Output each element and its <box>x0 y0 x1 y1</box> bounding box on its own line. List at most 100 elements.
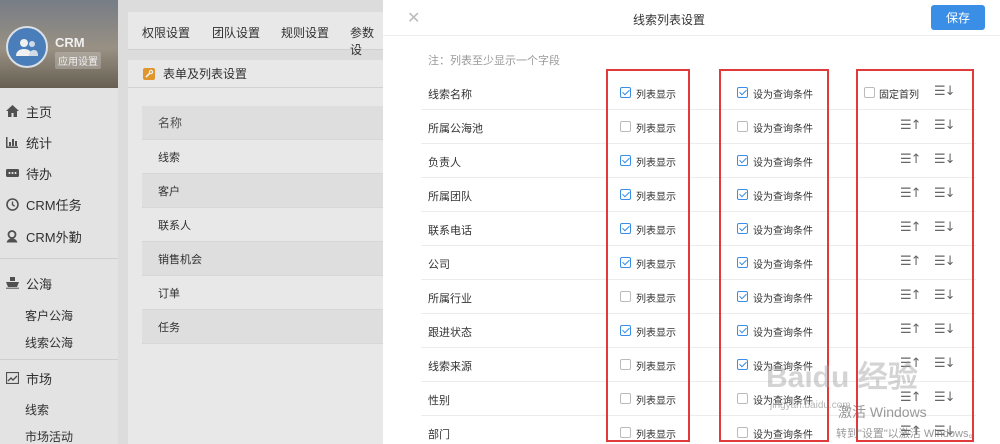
row-label: 销售机会 <box>158 253 202 266</box>
list-display-checkbox[interactable] <box>620 257 631 268</box>
table-row[interactable]: 客户 <box>142 174 383 208</box>
query-condition-label: 设为查询条件 <box>753 260 813 271</box>
list-display-label: 列表显示 <box>636 260 676 271</box>
list-display-checkbox[interactable] <box>620 223 631 234</box>
move-up-icon[interactable]: ☰↑ <box>900 356 922 371</box>
list-display-checkbox[interactable] <box>620 359 631 370</box>
tab-rules[interactable]: 规则设置 <box>281 24 329 41</box>
move-down-icon[interactable]: ☰↓ <box>934 288 956 303</box>
move-down-icon[interactable]: ☰↓ <box>934 424 956 439</box>
nav-sub-market-activity[interactable]: 市场活动 <box>25 428 73 444</box>
profile-banner: CRM 应用设置 <box>0 0 118 88</box>
table-row[interactable]: 订单 <box>142 276 383 310</box>
field-row: 部门 列表显示 设为查询条件 ☰↑ ☰↓ <box>421 416 976 444</box>
move-up-icon[interactable]: ☰↑ <box>900 322 922 337</box>
query-condition-checkbox[interactable] <box>737 359 748 370</box>
list-display-checkbox[interactable] <box>620 393 631 404</box>
move-up-icon[interactable]: ☰↑ <box>900 186 922 201</box>
move-up-icon[interactable]: ☰↑ <box>900 254 922 269</box>
table-row[interactable]: 联系人 <box>142 208 383 242</box>
query-condition-checkbox[interactable] <box>737 155 748 166</box>
table-row[interactable]: 销售机会 <box>142 242 383 276</box>
field-name: 跟进状态 <box>428 327 472 339</box>
field-name: 所属公海池 <box>428 123 483 135</box>
field-row: 线索来源 列表显示 设为查询条件 ☰↑ ☰↓ <box>421 348 976 382</box>
list-display-checkbox[interactable] <box>620 291 631 302</box>
query-condition-checkbox[interactable] <box>737 393 748 404</box>
list-display-checkbox[interactable] <box>620 155 631 166</box>
field-name: 线索来源 <box>428 361 472 373</box>
move-up-icon[interactable]: ☰↑ <box>900 220 922 235</box>
move-up-icon[interactable]: ☰↑ <box>900 390 922 405</box>
nav-section-market[interactable]: 市场 <box>0 366 118 390</box>
list-display-label: 列表显示 <box>636 362 676 373</box>
move-down-icon[interactable]: ☰↓ <box>934 118 956 133</box>
nav-sub-customer-pool[interactable]: 客户公海 <box>25 307 73 324</box>
app-settings-link[interactable]: 应用设置 <box>55 52 101 69</box>
query-condition-checkbox[interactable] <box>737 257 748 268</box>
column-name-header: 名称 <box>158 116 183 130</box>
form-list-table: 名称 线索 客户 联系人 销售机会 订单 任务 <box>142 106 383 344</box>
list-display-checkbox[interactable] <box>620 121 631 132</box>
move-up-icon[interactable]: ☰↑ <box>900 152 922 167</box>
field-row: 所属团队 列表显示 设为查询条件 ☰↑ ☰↓ <box>421 178 976 212</box>
move-down-icon[interactable]: ☰↓ <box>934 322 956 337</box>
nav-item-crm-field[interactable]: CRM外勤 <box>0 224 118 248</box>
field-name: 部门 <box>428 429 450 441</box>
move-down-icon[interactable]: ☰↓ <box>934 356 956 371</box>
move-down-icon[interactable]: ☰↓ <box>934 152 956 167</box>
field-row: 负责人 列表显示 设为查询条件 ☰↑ ☰↓ <box>421 144 976 178</box>
query-condition-checkbox[interactable] <box>737 325 748 336</box>
query-condition-checkbox[interactable] <box>737 121 748 132</box>
field-name: 线索名称 <box>428 89 472 101</box>
fix-first-column-label: 固定首列 <box>879 90 919 101</box>
panel-header: 表单及列表设置 <box>128 60 383 88</box>
list-display-checkbox[interactable] <box>620 87 631 98</box>
move-down-icon[interactable]: ☰↓ <box>934 390 956 405</box>
nav-item-stats[interactable]: 统计 <box>0 130 118 154</box>
move-up-icon[interactable]: ☰↑ <box>900 424 922 439</box>
nav-item-home[interactable]: 主页 <box>0 99 118 123</box>
nav-item-crm-task[interactable]: CRM任务 <box>0 192 118 216</box>
nav-item-todo[interactable]: 待办 <box>0 161 118 185</box>
move-down-icon[interactable]: ☰↓ <box>934 254 956 269</box>
todo-icon <box>5 166 19 180</box>
move-down-icon[interactable]: ☰↓ <box>934 186 956 201</box>
move-up-icon[interactable]: ☰↑ <box>900 288 922 303</box>
save-button[interactable]: 保存 <box>931 5 985 30</box>
query-condition-checkbox[interactable] <box>737 427 748 438</box>
nav-sub-leads[interactable]: 线索 <box>25 401 49 418</box>
query-condition-label: 设为查询条件 <box>753 90 813 101</box>
query-condition-checkbox[interactable] <box>737 189 748 200</box>
nav-section-public-pool[interactable]: 公海 <box>0 271 118 295</box>
list-note: 注：列表至少显示一个字段 <box>428 55 560 67</box>
query-condition-checkbox[interactable] <box>737 223 748 234</box>
query-condition-checkbox[interactable] <box>737 291 748 302</box>
settings-tabs: 权限设置 团队设置 规则设置 参数设 <box>128 12 383 57</box>
list-display-label: 列表显示 <box>636 90 676 101</box>
close-icon[interactable]: ✕ <box>407 8 420 28</box>
move-down-icon[interactable]: ☰↓ <box>934 84 956 99</box>
move-up-icon[interactable]: ☰↑ <box>900 118 922 133</box>
home-icon <box>5 104 19 118</box>
fix-first-column-checkbox[interactable] <box>864 87 875 98</box>
field-row: 联系电话 列表显示 设为查询条件 ☰↑ ☰↓ <box>421 212 976 246</box>
query-condition-label: 设为查询条件 <box>753 226 813 237</box>
field-name: 所属团队 <box>428 191 472 203</box>
avatar[interactable] <box>6 26 48 68</box>
query-condition-checkbox[interactable] <box>737 87 748 98</box>
query-condition-label: 设为查询条件 <box>753 430 813 441</box>
list-display-checkbox[interactable] <box>620 325 631 336</box>
row-label: 联系人 <box>158 219 191 232</box>
table-row[interactable]: 线索 <box>142 140 383 174</box>
move-down-icon[interactable]: ☰↓ <box>934 220 956 235</box>
list-display-checkbox[interactable] <box>620 189 631 200</box>
list-display-checkbox[interactable] <box>620 427 631 438</box>
field-row: 性别 列表显示 设为查询条件 ☰↑ ☰↓ <box>421 382 976 416</box>
tab-permissions[interactable]: 权限设置 <box>142 24 190 41</box>
tab-params[interactable]: 参数设 <box>350 24 383 58</box>
nav-sub-lead-pool[interactable]: 线索公海 <box>25 334 73 351</box>
divider <box>0 359 118 360</box>
table-row[interactable]: 任务 <box>142 310 383 344</box>
tab-team[interactable]: 团队设置 <box>212 24 260 41</box>
